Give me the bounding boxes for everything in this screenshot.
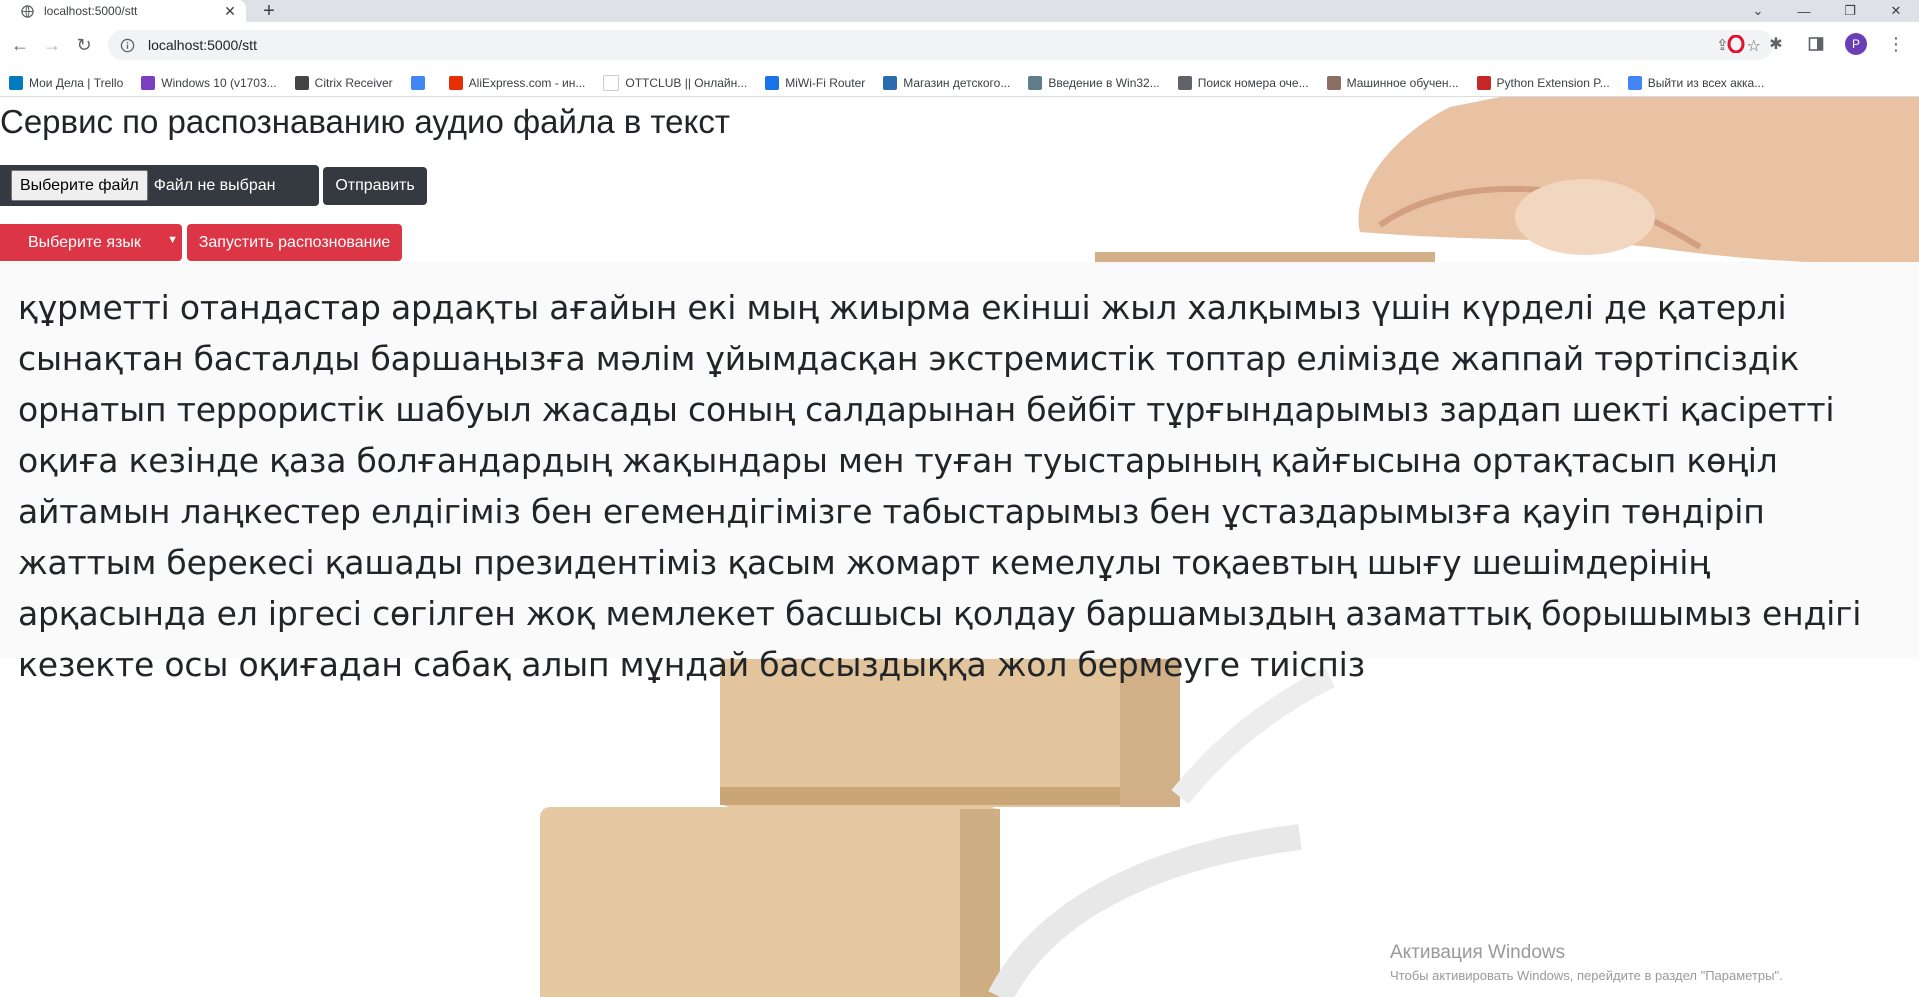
bookmark-favicon-icon xyxy=(1476,75,1491,90)
side-panel-icon[interactable] xyxy=(1805,33,1827,55)
bookmark-label: Выйти из всех акка... xyxy=(1647,75,1765,90)
bookmark-label: OTTCLUB || Онлайн... xyxy=(625,75,748,90)
bookmark-item[interactable]: Введение в Win32... xyxy=(1019,75,1168,90)
extensions-area: ✱ P ⋮ xyxy=(1725,33,1919,55)
language-select-label: Выберите язык xyxy=(28,233,141,251)
restore-button[interactable]: ❐ xyxy=(1827,0,1873,22)
windows-activation-watermark: Активация Windows Чтобы активировать Win… xyxy=(1390,942,1783,983)
bookmark-item[interactable]: Выйти из всех акка... xyxy=(1619,75,1774,90)
browser-tab[interactable]: localhost:5000/stt ✕ xyxy=(0,0,246,22)
bookmark-item[interactable] xyxy=(402,75,440,90)
bookmark-label: Citrix Receiver xyxy=(314,75,393,90)
reload-icon[interactable]: ↻ xyxy=(72,33,96,57)
watermark-subtitle: Чтобы активировать Windows, перейдите в … xyxy=(1390,968,1783,983)
bookmark-favicon-icon xyxy=(448,75,463,90)
page-title: Сервис по распознаванию аудио файла в те… xyxy=(0,103,730,140)
bookmark-favicon-icon xyxy=(410,75,425,90)
address-bar[interactable]: localhost:5000/stt ⇪ ☆ xyxy=(108,30,1773,60)
bookmark-favicon-icon xyxy=(294,75,309,90)
file-upload-group: Выберите файл Файл не выбран xyxy=(0,165,319,206)
browser-toolbar: ← → ↻ localhost:5000/stt ⇪ ☆ ✱ P ⋮ xyxy=(0,22,1919,69)
minimize-button[interactable]: — xyxy=(1781,0,1827,22)
bookmark-label: Windows 10 (v1703... xyxy=(161,75,277,90)
bookmark-label: MiWi-Fi Router xyxy=(785,75,866,90)
opera-icon[interactable] xyxy=(1725,33,1747,55)
bookmark-favicon-icon xyxy=(1177,75,1192,90)
bookmarks-bar: Мои Дела | Trello Windows 10 (v1703... Cit… xyxy=(0,69,1919,97)
recognized-text: құрметті отандастар ардақты ағайын екі м… xyxy=(18,288,1862,684)
close-window-button[interactable]: ✕ xyxy=(1873,0,1919,22)
bookmark-item[interactable]: Магазин детского... xyxy=(874,75,1019,90)
bookmark-item[interactable]: Python Extension P... xyxy=(1468,75,1619,90)
bookmark-label: Поиск номера оче... xyxy=(1197,75,1309,90)
bookmark-label: Мои Дела | Trello xyxy=(29,75,124,90)
bookmark-favicon-icon xyxy=(603,74,620,91)
bookmark-item[interactable]: Windows 10 (v1703... xyxy=(132,75,285,90)
bookmark-label: Магазин детского... xyxy=(903,75,1011,90)
close-tab-icon[interactable]: ✕ xyxy=(220,3,240,20)
menu-kebab-icon[interactable]: ⋮ xyxy=(1885,33,1907,55)
send-button[interactable]: Отправить xyxy=(323,167,427,205)
bookmark-item[interactable]: MiWi-Fi Router xyxy=(756,75,874,90)
bookmark-favicon-icon xyxy=(1627,75,1642,90)
chevron-down-icon: ▼ xyxy=(167,234,178,246)
bookmark-item[interactable]: Citrix Receiver xyxy=(286,75,402,90)
site-info-icon[interactable] xyxy=(118,36,136,54)
new-tab-button[interactable]: + xyxy=(258,0,280,22)
url-text: localhost:5000/stt xyxy=(148,37,257,53)
language-select[interactable]: Выберите язык ▼ xyxy=(0,224,182,261)
bookmark-item[interactable]: Поиск номера оче... xyxy=(1169,75,1318,90)
tab-title: localhost:5000/stt xyxy=(44,4,138,18)
bookmark-favicon-icon xyxy=(9,75,23,90)
bookmark-item[interactable]: AliExpress.com - ин... xyxy=(440,75,595,90)
bookmark-label: Введение в Win32... xyxy=(1048,75,1160,90)
window-controls: ⌄ — ❐ ✕ xyxy=(1735,0,1919,22)
globe-icon xyxy=(20,4,34,18)
tab-strip: localhost:5000/stt ✕ + ⌄ — ❐ ✕ xyxy=(0,0,1919,22)
bookmark-favicon-icon xyxy=(883,75,898,90)
bookmark-label: Машинное обучен... xyxy=(1346,75,1459,90)
file-status-text: Файл не выбран xyxy=(153,176,276,194)
extensions-icon[interactable]: ✱ xyxy=(1765,33,1787,55)
bookmark-item[interactable]: Машинное обучен... xyxy=(1318,75,1468,90)
result-panel: құрметті отандастар ардақты ағайын екі м… xyxy=(0,262,1919,684)
bookmark-item[interactable]: OTTCLUB || Онлайн... xyxy=(594,74,756,91)
page-viewport: Сервис по распознаванию аудио файла в те… xyxy=(0,97,1919,997)
watermark-title: Активация Windows xyxy=(1390,942,1566,963)
forward-icon[interactable]: → xyxy=(40,33,64,57)
bookmark-item[interactable]: Мои Дела | Trello xyxy=(0,75,132,90)
profile-avatar[interactable]: P xyxy=(1845,33,1867,55)
back-icon[interactable]: ← xyxy=(8,33,32,57)
bookmark-favicon-icon xyxy=(1028,75,1043,90)
bookmark-label: AliExpress.com - ин... xyxy=(468,75,586,90)
run-recognition-button[interactable]: Запустить распознование xyxy=(187,224,402,261)
bookmark-favicon-icon xyxy=(765,75,780,90)
bookmark-label: Python Extension P... xyxy=(1496,75,1610,90)
choose-file-button[interactable]: Выберите файл xyxy=(11,170,148,201)
bookmark-favicon-icon xyxy=(141,75,156,90)
bookmark-favicon-icon xyxy=(1326,75,1341,90)
tab-search-icon[interactable]: ⌄ xyxy=(1735,0,1781,22)
